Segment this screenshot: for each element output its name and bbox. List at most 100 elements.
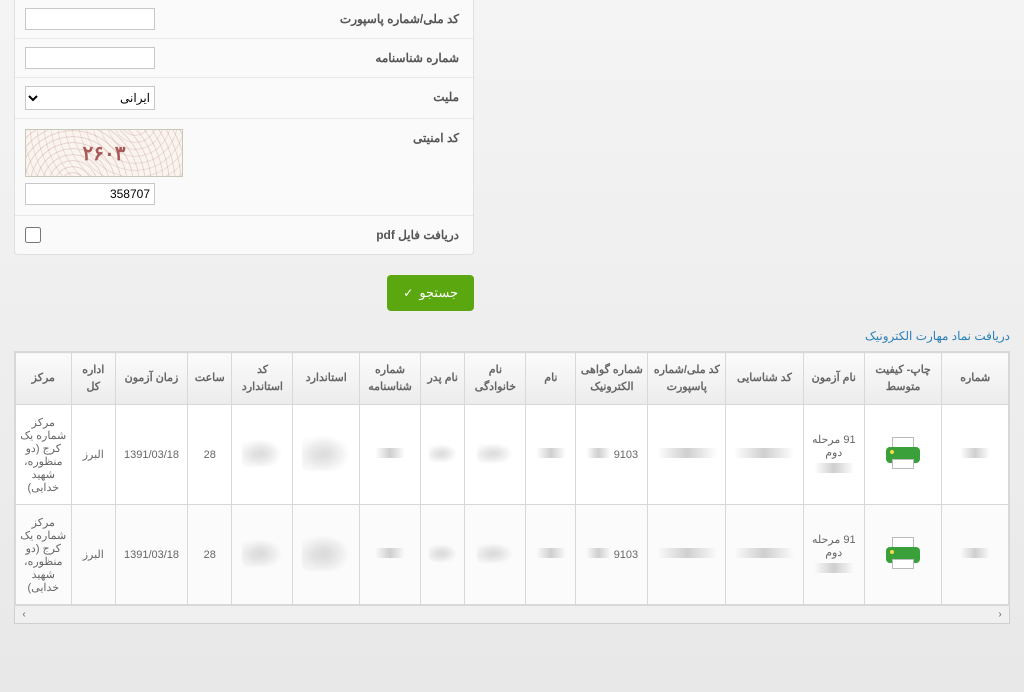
link-row: دریافت نماد مهارت الکترونیک: [14, 321, 1010, 351]
search-button-label: جستجو: [419, 285, 458, 301]
th-birth-cert: شماره شناسنامه: [360, 353, 421, 405]
cell-exam-date: 1391/03/18: [115, 405, 187, 505]
th-hour: ساعت: [188, 353, 232, 405]
th-exam-name: نام آزمون: [803, 353, 864, 405]
cell-birth-cert: [360, 505, 421, 605]
th-id-code: کد شناسایی: [726, 353, 804, 405]
th-standard-code: کد استاندارد: [232, 353, 293, 405]
blurred-value: [657, 448, 717, 458]
nationality-select[interactable]: ایرانی: [25, 86, 155, 110]
cell-name: [526, 405, 576, 505]
blurred-value: [734, 448, 794, 458]
cell-office: البرز: [71, 405, 115, 505]
row-national-id: کد ملی/شماره پاسپورت: [15, 0, 473, 39]
cell-standard-code: [232, 505, 293, 605]
cell-print: [864, 505, 942, 605]
cell-exam-name: 91 مرحله دوم: [803, 405, 864, 505]
blurred-value: [657, 548, 717, 558]
cell-hour: 28: [188, 505, 232, 605]
cell-number: [942, 405, 1009, 505]
search-form: کد ملی/شماره پاسپورت شماره شناسنامه ملیت…: [14, 0, 474, 255]
search-button[interactable]: جستجو: [387, 275, 474, 311]
cell-national-id: [648, 505, 726, 605]
blurred-value: [960, 448, 990, 458]
cell-office: البرز: [71, 505, 115, 605]
cell-standard: [293, 405, 360, 505]
blurred-value: [242, 439, 282, 467]
action-row: جستجو: [14, 255, 474, 321]
label-nationality: ملیت: [288, 78, 473, 118]
row-nationality: ملیت ایرانی: [15, 78, 473, 119]
cell-hour: 28: [188, 405, 232, 505]
blurred-value: [734, 548, 794, 558]
th-number: شماره: [942, 353, 1009, 405]
cell-print: [864, 405, 942, 505]
th-father: نام پدر: [421, 353, 465, 405]
cell-id-code: [726, 505, 804, 605]
blurred-value: [477, 543, 513, 563]
label-national-id: کد ملی/شماره پاسپورت: [288, 0, 473, 38]
blurred-value: [477, 443, 513, 463]
printer-icon[interactable]: [882, 435, 924, 471]
pdf-checkbox[interactable]: [25, 227, 41, 243]
cell-family: [465, 505, 526, 605]
birth-cert-input[interactable]: [25, 47, 155, 69]
th-cert-number: شماره گواهی الکترونیک: [576, 353, 648, 405]
th-name: نام: [526, 353, 576, 405]
blurred-value: [302, 535, 350, 571]
blurred-value: [960, 548, 990, 558]
blurred-value: [375, 548, 405, 558]
cell-number: [942, 505, 1009, 605]
printer-icon[interactable]: [882, 535, 924, 571]
cell-standard: [293, 505, 360, 605]
scroll-right-icon[interactable]: ›: [993, 608, 1007, 622]
cell-exam-name: 91 مرحله دوم: [803, 505, 864, 605]
cell-name: [526, 505, 576, 605]
blurred-value: [429, 544, 457, 562]
table-row: 91 مرحله دوم 9103 281391/03/18البرزمرکز ش…: [16, 505, 1009, 605]
cell-family: [465, 405, 526, 505]
cell-national-id: [648, 405, 726, 505]
cell-id-code: [726, 405, 804, 505]
blurred-value: [586, 548, 611, 558]
th-standard: استاندارد: [293, 353, 360, 405]
th-center: مرکز: [16, 353, 72, 405]
electronic-skill-link[interactable]: دریافت نماد مهارت الکترونیک: [865, 329, 1010, 343]
captcha-display: ۲۶۰۳: [26, 130, 182, 176]
captcha-image: ۲۶۰۳: [25, 129, 183, 177]
th-print: چاپ- کیفیت متوسط: [864, 353, 942, 405]
table-row: 91 مرحله دوم 9103 281391/03/18البرزمرکز ش…: [16, 405, 1009, 505]
cell-center: مرکز شماره یک کرج (دو منظوره، شهید خدایی…: [16, 505, 72, 605]
blurred-value: [242, 539, 282, 567]
row-birth-cert: شماره شناسنامه: [15, 39, 473, 78]
scroll-left-icon[interactable]: ‹: [17, 608, 31, 622]
cell-father: [421, 405, 465, 505]
blurred-value: [302, 435, 350, 471]
blurred-value: [586, 448, 611, 458]
results-table-wrap: شماره چاپ- کیفیت متوسط نام آزمون کد شناس…: [14, 351, 1010, 606]
cell-exam-date: 1391/03/18: [115, 505, 187, 605]
cell-standard-code: [232, 405, 293, 505]
label-birth-cert: شماره شناسنامه: [288, 39, 473, 77]
blurred-value: [536, 448, 566, 458]
th-exam-date: زمان آزمون: [115, 353, 187, 405]
th-office: اداره کل: [71, 353, 115, 405]
row-captcha: کد امنیتی ۲۶۰۳: [15, 119, 473, 216]
blurred-value: [429, 444, 457, 462]
th-family: نام خانوادگی: [465, 353, 526, 405]
results-table: شماره چاپ- کیفیت متوسط نام آزمون کد شناس…: [15, 352, 1009, 605]
row-pdf: دریافت فایل pdf: [15, 216, 473, 254]
th-national-id: کد ملی/شماره پاسپورت: [648, 353, 726, 405]
captcha-input[interactable]: [25, 183, 155, 205]
horizontal-scrollbar[interactable]: ‹ ›: [14, 606, 1010, 624]
label-pdf: دریافت فایل pdf: [288, 216, 473, 254]
cell-father: [421, 505, 465, 605]
cell-center: مرکز شماره یک کرج (دو منظوره، شهید خدایی…: [16, 405, 72, 505]
cell-birth-cert: [360, 405, 421, 505]
cell-cert-number: 9103: [576, 505, 648, 605]
national-id-input[interactable]: [25, 8, 155, 30]
blurred-value: [536, 548, 566, 558]
cell-cert-number: 9103: [576, 405, 648, 505]
blurred-value: [375, 448, 405, 458]
label-captcha: کد امنیتی: [288, 119, 473, 215]
